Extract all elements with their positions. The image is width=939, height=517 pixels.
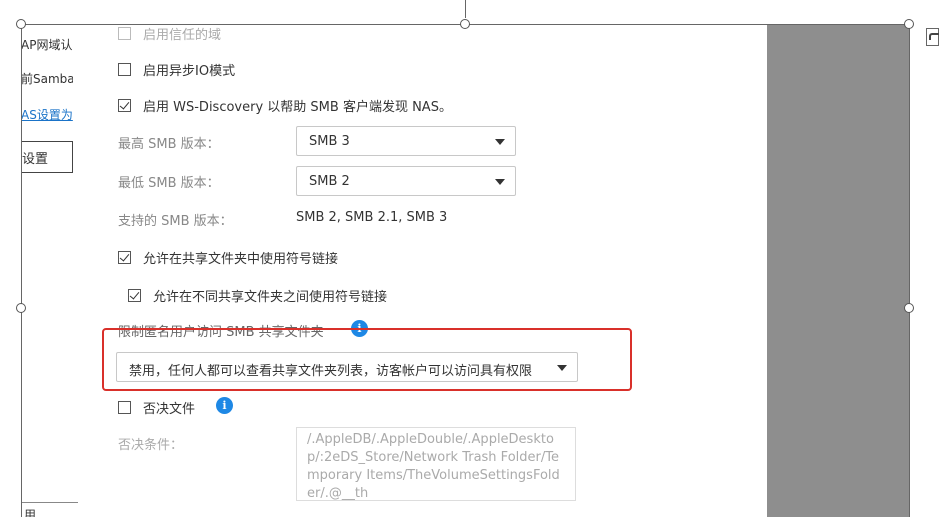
ws-discovery-label: 启用 WS-Discovery 以帮助 SMB 客户端发现 NAS。 — [143, 100, 452, 115]
resize-handle-middle-left[interactable] — [16, 303, 26, 313]
veto-files-option[interactable]: 否决文件 — [118, 398, 195, 417]
rotate-handle-stem — [465, 0, 466, 18]
symlink-across-share-checkbox[interactable] — [128, 289, 141, 302]
ws-discovery-checkbox[interactable] — [118, 99, 131, 112]
chevron-down-icon — [495, 179, 505, 185]
async-io-label: 启用异步IO模式 — [143, 64, 236, 79]
background-settings-button[interactable]: 设置 — [21, 141, 73, 173]
resize-handle-middle-right[interactable] — [904, 303, 914, 313]
symlink-across-share-label: 允许在不同共享文件夹之间使用符号链接 — [153, 290, 388, 305]
async-io-checkbox[interactable] — [118, 63, 131, 76]
trusted-domains-option[interactable]: 启用信任的域 — [118, 24, 221, 43]
min-smb-version-label: 最低 SMB 版本： — [118, 176, 220, 191]
supported-smb-version-value: SMB 2, SMB 2.1, SMB 3 — [296, 210, 447, 225]
veto-files-checkbox[interactable] — [118, 401, 131, 414]
supported-smb-version-text: SMB 2, SMB 2.1, SMB 3 — [296, 210, 448, 225]
max-smb-version-label: 最高 SMB 版本： — [118, 137, 220, 152]
chevron-down-icon — [495, 139, 505, 145]
async-io-option[interactable]: 启用异步IO模式 — [118, 60, 235, 79]
max-smb-version-select[interactable]: SMB 3 — [296, 126, 516, 156]
symlink-in-share-option[interactable]: 允许在共享文件夹中使用符号链接 — [118, 248, 338, 267]
background-bottom-text: 用 — [24, 508, 37, 517]
symlink-across-share-option[interactable]: 允许在不同共享文件夹之间使用符号链接 — [128, 286, 387, 305]
selection-frame-left — [21, 24, 22, 517]
symlink-in-share-label: 允许在共享文件夹中使用符号链接 — [143, 252, 339, 267]
min-smb-version-value: SMB 2 — [309, 174, 350, 189]
ws-discovery-option[interactable]: 启用 WS-Discovery 以帮助 SMB 客户端发现 NAS。 — [118, 96, 452, 115]
background-window — [21, 24, 78, 517]
resize-handle-top-left[interactable] — [16, 19, 26, 29]
highlight-box — [102, 328, 632, 391]
min-smb-version-select[interactable]: SMB 2 — [296, 166, 516, 196]
selection-frame-right — [909, 24, 910, 517]
resize-handle-top-right[interactable] — [904, 19, 914, 29]
resize-handle-top-center[interactable] — [460, 19, 470, 29]
veto-files-label: 否决文件 — [143, 402, 196, 417]
info-icon[interactable]: i — [216, 397, 233, 414]
trusted-domains-checkbox[interactable] — [118, 27, 131, 40]
max-smb-version-value: SMB 3 — [309, 134, 350, 149]
supported-smb-version-label: 支持的 SMB 版本： — [118, 214, 233, 229]
trusted-domains-label: 启用信任的域 — [143, 28, 222, 43]
background-divider — [21, 502, 78, 503]
info-glyph: i — [222, 399, 227, 412]
veto-condition-textarea[interactable]: /.AppleDB/.AppleDouble/.AppleDesktop/:2e… — [296, 427, 576, 501]
background-text-line-2: 前Samba — [21, 72, 73, 86]
background-settings-button-label: 设置 — [22, 152, 49, 167]
background-link[interactable]: AS设置为 — [21, 106, 73, 123]
background-text-line-1: AP网域认 — [21, 38, 73, 52]
veto-condition-label: 否决条件： — [118, 438, 184, 453]
layout-options-icon[interactable] — [926, 28, 939, 46]
symlink-in-share-checkbox[interactable] — [118, 251, 131, 264]
modal-backdrop-right — [767, 24, 910, 517]
